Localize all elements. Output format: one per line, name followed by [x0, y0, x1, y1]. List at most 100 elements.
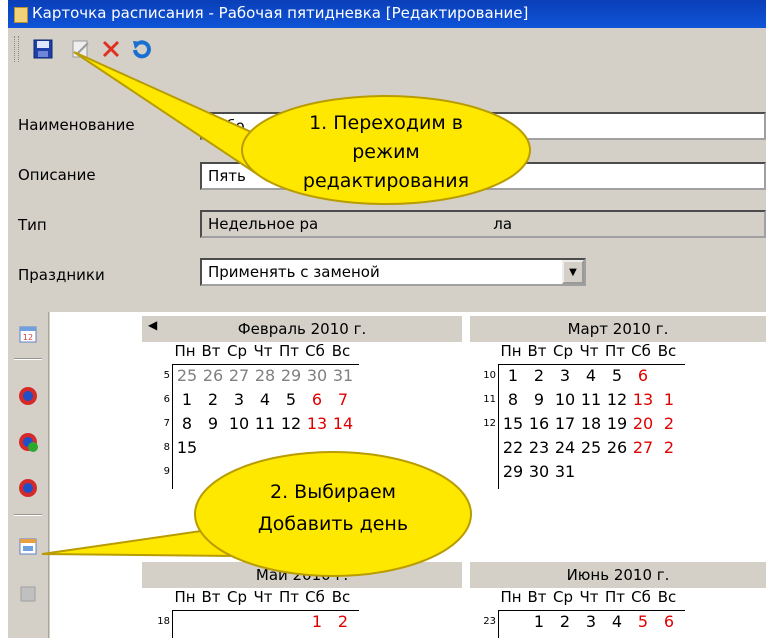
disabled-icon	[20, 586, 36, 602]
calendar-day[interactable]: 30	[526, 462, 552, 481]
calendar-day[interactable]: 29	[278, 366, 304, 385]
calendar-day[interactable]: 2	[330, 612, 356, 631]
calendar-sidebar: 12	[8, 312, 49, 638]
day-name: Вс	[657, 342, 677, 360]
calendar-day[interactable]: 10	[226, 414, 252, 433]
week-number: 18	[157, 616, 170, 627]
calendar-day[interactable]: 5	[604, 366, 630, 385]
calendar-day[interactable]: 1	[656, 390, 682, 409]
day-name: Пт	[278, 342, 300, 360]
delete-icon	[102, 40, 120, 58]
calendar-day[interactable]: 14	[330, 414, 356, 433]
calendar-day[interactable]: 9	[526, 390, 552, 409]
holidays-select-value: Применять с заменой	[208, 263, 380, 281]
calendar-day[interactable]: 8	[500, 390, 526, 409]
callout-1-line-2: режим	[352, 141, 420, 163]
day-name: Ср	[227, 342, 247, 360]
calendar-day[interactable]: 1	[500, 366, 526, 385]
calendar-day[interactable]: 5	[278, 390, 304, 409]
month-header-mar: Март 2010 г.	[470, 316, 766, 342]
calendar-day[interactable]: 10	[552, 390, 578, 409]
calendar-day[interactable]: 1	[526, 612, 552, 631]
description-label: Описание	[18, 166, 96, 184]
calendar-day[interactable]: 18	[578, 414, 604, 433]
refresh-alt-button[interactable]	[16, 476, 40, 500]
calendar-day[interactable]: 2	[526, 366, 552, 385]
calendar-day[interactable]: 6	[304, 390, 330, 409]
disabled-button[interactable]	[16, 582, 40, 606]
calendar-day[interactable]: 8	[174, 414, 200, 433]
calendar-day[interactable]: 31	[330, 366, 356, 385]
week-number: 8	[163, 442, 170, 453]
calendar-day[interactable]: 13	[630, 390, 656, 409]
calendar-day[interactable]: 2	[552, 612, 578, 631]
calendar-day[interactable]: 6	[656, 612, 682, 631]
type-field-value: Недельное ра	[208, 215, 319, 233]
calendar-day[interactable]: 17	[552, 414, 578, 433]
calendar-day[interactable]: 27	[226, 366, 252, 385]
calendar-day[interactable]: 31	[552, 462, 578, 481]
calendar-day[interactable]: 3	[578, 612, 604, 631]
dropdown-arrow-icon[interactable]: ▼	[562, 260, 584, 284]
calendar-day[interactable]: 2	[656, 438, 682, 457]
calendar-day[interactable]: 12	[278, 414, 304, 433]
calendar-button[interactable]: 12	[16, 322, 40, 346]
calendar-day[interactable]: 27	[630, 438, 656, 457]
refresh-check-button[interactable]	[16, 430, 40, 454]
calendar-day[interactable]: 15	[174, 438, 200, 457]
prev-month-button[interactable]: ◀	[148, 318, 157, 332]
calendar-day[interactable]: 4	[578, 366, 604, 385]
add-day-button[interactable]	[16, 534, 40, 558]
day-name: Чт	[579, 342, 599, 360]
calendar-area: Февраль 2010 г. ◀ Март 2010 г. Май 2010 …	[50, 312, 766, 638]
calendar-day[interactable]: 9	[200, 414, 226, 433]
holidays-select[interactable]: Применять с заменой ▼	[200, 258, 586, 286]
month-header-may: Май 2010 г.	[142, 562, 462, 588]
day-name: Пт	[278, 588, 300, 606]
day-name: Пн	[174, 588, 196, 606]
delete-button[interactable]	[96, 34, 126, 64]
day-name: Пн	[500, 342, 522, 360]
day-name: Пн	[174, 342, 196, 360]
month-title: Февраль 2010 г.	[237, 320, 367, 338]
calendar-day[interactable]: 7	[330, 390, 356, 409]
title-bar: Карточка расписания - Рабочая пятидневка…	[8, 0, 766, 28]
calendar-day[interactable]: 13	[304, 414, 330, 433]
day-name: Пт	[604, 342, 626, 360]
description-field[interactable]: Пять	[200, 162, 766, 190]
calendar-day[interactable]: 26	[604, 438, 630, 457]
calendar-day[interactable]: 11	[252, 414, 278, 433]
calendar-day[interactable]: 5	[630, 612, 656, 631]
calendar-day[interactable]: 11	[578, 390, 604, 409]
calendar-day[interactable]: 1	[174, 390, 200, 409]
calendar-day[interactable]: 25	[578, 438, 604, 457]
calendar-day[interactable]: 4	[604, 612, 630, 631]
calendar-day[interactable]: 4	[252, 390, 278, 409]
save-button[interactable]	[28, 34, 58, 64]
calendar-day[interactable]: 6	[630, 366, 656, 385]
calendar-day[interactable]: 3	[552, 366, 578, 385]
calendar-day[interactable]: 29	[500, 462, 526, 481]
calendar-day[interactable]: 19	[604, 414, 630, 433]
calendar-day[interactable]: 12	[604, 390, 630, 409]
edit-button[interactable]	[66, 34, 96, 64]
calendar-day[interactable]: 22	[500, 438, 526, 457]
refresh-button[interactable]	[16, 384, 40, 408]
calendar-day[interactable]: 25	[174, 366, 200, 385]
calendar-day[interactable]: 23	[526, 438, 552, 457]
calendar-day[interactable]: 16	[526, 414, 552, 433]
calendar-day[interactable]: 2	[200, 390, 226, 409]
calendar-day[interactable]: 28	[252, 366, 278, 385]
calendar-day[interactable]: 30	[304, 366, 330, 385]
undo-button[interactable]	[126, 34, 156, 64]
calendar-day[interactable]: 15	[500, 414, 526, 433]
calendar-day[interactable]: 24	[552, 438, 578, 457]
calendar-day[interactable]: 2	[656, 414, 682, 433]
week-number: 9	[163, 466, 170, 477]
calendar-day[interactable]: 1	[304, 612, 330, 631]
calendar-day[interactable]: 26	[200, 366, 226, 385]
day-name: Чт	[253, 588, 273, 606]
name-field[interactable]: Рабо	[200, 112, 766, 140]
calendar-day[interactable]: 3	[226, 390, 252, 409]
calendar-day[interactable]: 20	[630, 414, 656, 433]
